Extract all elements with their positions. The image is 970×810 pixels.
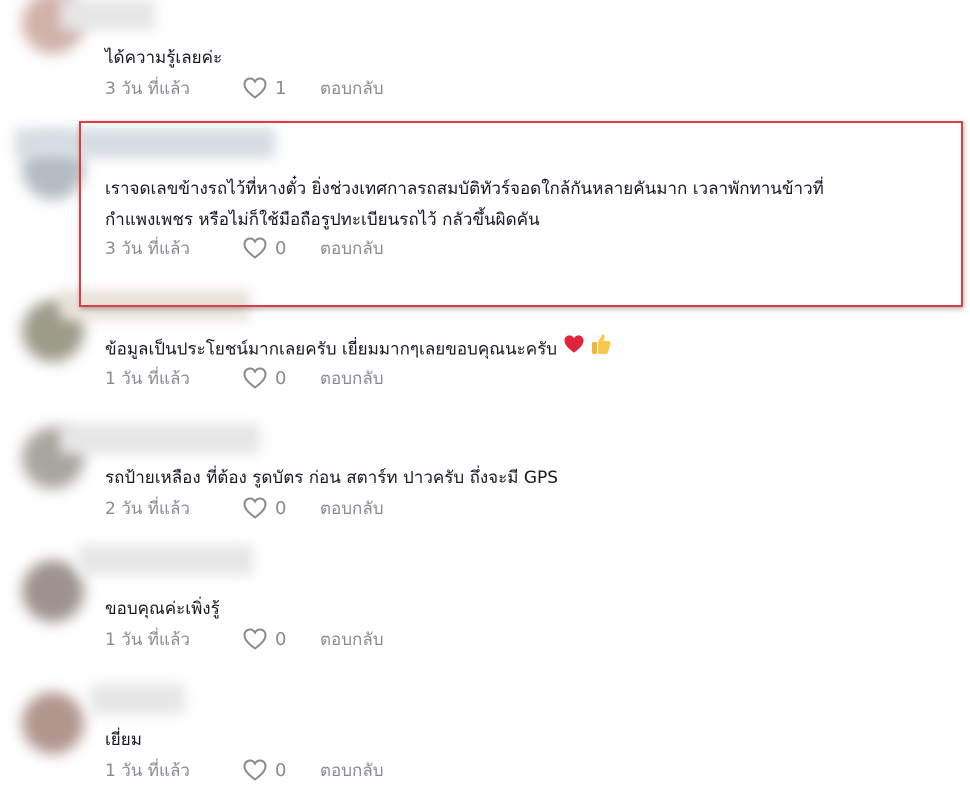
comment-text: ขอบคุณค่ะเพิ่งรู้ bbox=[105, 594, 220, 625]
comment-meta: 1 วัน ที่แล้ว 0 ตอบกลับ bbox=[105, 759, 384, 781]
comment-time: 3 วัน ที่แล้ว bbox=[105, 78, 190, 99]
reply-button[interactable]: ตอบกลับ bbox=[320, 626, 384, 653]
heart-icon bbox=[243, 237, 267, 259]
comment-line: ข้อมูลเป็นประโยชน์มากเลยครับ เยี่ยมมากๆเ… bbox=[105, 333, 611, 366]
avatar[interactable] bbox=[22, 560, 84, 622]
like-count: 0 bbox=[275, 367, 287, 389]
comment-line: ขอบคุณค่ะเพิ่งรู้ bbox=[105, 599, 220, 619]
comment-line: เยี่ยม bbox=[105, 730, 142, 750]
comment-time: 3 วัน ที่แล้ว bbox=[105, 238, 190, 259]
heart-icon bbox=[243, 77, 267, 99]
comment-text: รถป้ายเหลือง ที่ต้อง รูดบัตร ก่อน สตาร์ท… bbox=[105, 463, 558, 494]
reply-button[interactable]: ตอบกลับ bbox=[320, 365, 384, 392]
comment-text: เยี่ยม bbox=[105, 725, 142, 756]
comment-meta: 3 วัน ที่แล้ว 1 ตอบกลับ bbox=[105, 77, 384, 99]
comment-meta: 1 วัน ที่แล้ว 0 ตอบกลับ bbox=[105, 367, 384, 389]
reply-button[interactable]: ตอบกลับ bbox=[320, 495, 384, 522]
like-button[interactable]: 1 bbox=[243, 77, 320, 99]
comment-line: เราจดเลขข้างรถไว้ที่หางตั๋ว ยิ่งช่วงเทศก… bbox=[105, 179, 824, 199]
comment-text: ข้อมูลเป็นประโยชน์มากเลยครับ เยี่ยมมากๆเ… bbox=[105, 333, 611, 366]
like-button[interactable]: 0 bbox=[243, 497, 320, 519]
comment-time: 1 วัน ที่แล้ว bbox=[105, 629, 190, 650]
red-heart-icon bbox=[563, 334, 585, 365]
like-count: 0 bbox=[275, 237, 287, 259]
comment-text: เราจดเลขข้างรถไว้ที่หางตั๋ว ยิ่งช่วงเทศก… bbox=[105, 174, 824, 236]
like-count: 1 bbox=[275, 77, 287, 99]
like-count: 0 bbox=[275, 759, 287, 781]
username-blurred bbox=[60, 0, 155, 30]
comment-time: 1 วัน ที่แล้ว bbox=[105, 760, 190, 781]
like-button[interactable]: 0 bbox=[243, 367, 320, 389]
like-button[interactable]: 0 bbox=[243, 759, 320, 781]
comment-text: ได้ความรู้เลยค่ะ bbox=[105, 43, 222, 74]
like-count: 0 bbox=[275, 628, 287, 650]
comment-line: กำแพงเพชร หรือไม่ก็ใช้มือถือรูปทะเบียนรถ… bbox=[105, 210, 540, 230]
comment-line: รถป้ายเหลือง ที่ต้อง รูดบัตร ก่อน สตาร์ท… bbox=[105, 468, 559, 488]
comment-line-text: ข้อมูลเป็นประโยชน์มากเลยครับ เยี่ยมมากๆเ… bbox=[105, 339, 558, 360]
heart-icon bbox=[243, 367, 267, 389]
comment-line: ได้ความรู้เลยค่ะ bbox=[105, 48, 223, 68]
comment-time: 2 วัน ที่แล้ว bbox=[105, 498, 190, 519]
reply-button[interactable]: ตอบกลับ bbox=[320, 757, 384, 784]
heart-icon bbox=[243, 497, 267, 519]
avatar[interactable] bbox=[22, 692, 84, 754]
heart-icon bbox=[243, 628, 267, 650]
username-blurred bbox=[60, 290, 250, 320]
like-count: 0 bbox=[275, 497, 287, 519]
username-blurred bbox=[60, 424, 260, 454]
like-button[interactable]: 0 bbox=[243, 237, 320, 259]
heart-icon bbox=[243, 759, 267, 781]
comment-meta: 3 วัน ที่แล้ว 0 ตอบกลับ bbox=[105, 237, 384, 259]
reply-button[interactable]: ตอบกลับ bbox=[320, 75, 384, 102]
comment-meta: 1 วัน ที่แล้ว 0 ตอบกลับ bbox=[105, 628, 384, 650]
comment-meta: 2 วัน ที่แล้ว 0 ตอบกลับ bbox=[105, 497, 384, 519]
comment-time: 1 วัน ที่แล้ว bbox=[105, 368, 190, 389]
username-blurred bbox=[15, 128, 275, 158]
reply-button[interactable]: ตอบกลับ bbox=[320, 235, 384, 262]
username-blurred bbox=[90, 684, 185, 714]
username-blurred bbox=[78, 545, 253, 575]
thumbs-up-icon bbox=[591, 333, 611, 366]
like-button[interactable]: 0 bbox=[243, 628, 320, 650]
